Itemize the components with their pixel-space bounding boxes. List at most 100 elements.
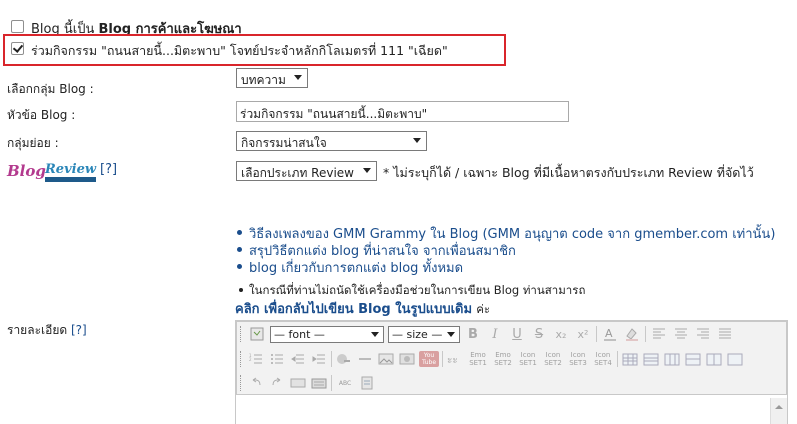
icon-set-1-button[interactable]: Icon SET1 — [517, 351, 539, 367]
spellcheck-icon[interactable]: ABC — [335, 374, 355, 392]
emoticon-set-2-bottom: SET2 — [494, 359, 512, 367]
back-to-classic-link[interactable]: คลิก เพื่อกลับไปเขียน Blog ในรูปแบบเดิม — [235, 302, 472, 317]
blog-title-input[interactable]: ร่วมกิจกรรม "ถนนสายนี้...มิตะพาบ" — [236, 101, 569, 122]
chevron-down-icon — [413, 138, 421, 143]
link-icon[interactable] — [335, 350, 353, 368]
icon-set-4-button[interactable]: Icon SET4 — [592, 351, 614, 367]
align-right-icon[interactable] — [694, 325, 712, 343]
editor-scrollbar[interactable] — [770, 398, 787, 424]
review-note: * ไม่ระบุก็ได้ / เฉพาะ Blog ที่มีเนื้อหา… — [383, 165, 754, 180]
subscript-button[interactable]: x₂ — [552, 325, 570, 343]
horizontal-rule-icon[interactable] — [289, 374, 307, 392]
scroll-up-icon[interactable] — [771, 400, 787, 414]
table-delete-col-icon[interactable] — [705, 350, 723, 368]
table-delete-row-icon[interactable] — [684, 350, 702, 368]
toolbar-separator — [442, 351, 443, 367]
indent-icon[interactable] — [310, 350, 328, 368]
spellcheck-label: ABC — [338, 379, 352, 387]
detail-label-text: รายละเอียด — [7, 323, 68, 337]
toolbar-separator — [331, 351, 332, 367]
special-char-icon[interactable]: ะะ — [446, 350, 464, 368]
table-insert-col-icon[interactable] — [663, 350, 681, 368]
table-insert-row-icon[interactable] — [642, 350, 660, 368]
link-decorate-all[interactable]: blog เกี่ยวกับการตกแต่ง blog ทั้งหมด — [249, 257, 463, 278]
detail-help-link[interactable]: [?] — [71, 323, 87, 337]
svg-text:ะะ: ะะ — [447, 355, 458, 366]
review-help-link[interactable]: [?] — [100, 162, 117, 177]
blog-review-logo: Blog Review — [7, 160, 97, 184]
bullet-icon — [239, 288, 243, 292]
notice-suffix: ค่ะ — [476, 302, 491, 316]
flash-icon[interactable] — [398, 350, 416, 368]
unlink-icon[interactable] — [356, 350, 374, 368]
icon-set-4-top: Icon — [595, 351, 611, 359]
subgroup-value: กิจกรรมน่าสนใจ — [241, 136, 327, 150]
subgroup-select[interactable]: กิจกรรมน่าสนใจ — [236, 131, 427, 151]
icon-set-3-button[interactable]: Icon SET3 — [567, 351, 589, 367]
icon-set-4-bottom: SET4 — [594, 359, 612, 367]
toolbar-separator — [617, 351, 618, 367]
font-select[interactable]: — font — — [270, 325, 384, 343]
italic-button[interactable]: I — [486, 325, 504, 343]
blog-group-select[interactable]: บทความ — [236, 68, 308, 88]
icon-set-1-bottom: SET1 — [519, 359, 537, 367]
emoticon-set-1-top: Emo — [470, 351, 486, 359]
review-type-value: เลือกประเภท Review — [241, 166, 354, 180]
bullet-list-icon[interactable] — [268, 350, 286, 368]
bullet-icon — [237, 264, 242, 269]
superscript-button[interactable]: x² — [574, 325, 592, 343]
undo-icon[interactable] — [247, 374, 265, 392]
keyboard-icon[interactable] — [310, 374, 328, 392]
bullet-icon — [237, 247, 242, 252]
subgroup-label: กลุ่มย่อย : — [7, 136, 59, 150]
chevron-down-icon — [447, 331, 455, 337]
youtube-icon[interactable]: You Tube — [419, 350, 439, 368]
review-type-select[interactable]: เลือกประเภท Review — [236, 161, 377, 181]
icon-set-1-top: Icon — [520, 351, 536, 359]
strikethrough-button[interactable]: S — [530, 325, 548, 343]
toolbar-row-1: — font — — size — B I U S x₂ x² A — [240, 323, 785, 345]
image-icon[interactable] — [377, 350, 395, 368]
blog-review-logo-text-2: Review — [45, 163, 97, 182]
align-center-icon[interactable] — [672, 325, 690, 343]
svg-text:A: A — [605, 327, 613, 340]
table-icon[interactable] — [621, 350, 639, 368]
chevron-down-icon — [371, 331, 379, 337]
paste-word-icon[interactable] — [358, 374, 376, 392]
blog-group-label: เลือกกลุ่ม Blog : — [7, 82, 94, 96]
size-select-value: — size — — [392, 327, 443, 341]
editor-content-area[interactable] — [236, 396, 787, 424]
font-select-value: — font — — [274, 327, 325, 341]
icon-set-2-button[interactable]: Icon SET2 — [542, 351, 564, 367]
align-left-icon[interactable] — [650, 325, 668, 343]
table-merge-icon[interactable] — [726, 350, 744, 368]
underline-button[interactable]: U — [508, 325, 526, 343]
bullet-icon — [237, 230, 242, 235]
join-activity-checkbox[interactable] — [11, 42, 24, 55]
highlight-color-icon[interactable] — [623, 325, 641, 343]
commercial-blog-checkbox[interactable] — [11, 20, 24, 33]
icon-set-3-bottom: SET3 — [569, 359, 587, 367]
toolbar-row-3: ABC — [240, 372, 540, 394]
blog-review-logo-text-1: Blog — [7, 162, 46, 180]
text-color-icon[interactable]: A — [601, 325, 619, 343]
toolbar-grip — [240, 351, 244, 367]
bold-button[interactable]: B — [464, 325, 482, 343]
numbered-list-icon[interactable]: 12 — [247, 350, 265, 368]
blog-group-value: บทความ — [241, 73, 286, 87]
emoticon-set-1-button[interactable]: Emo SET1 — [467, 351, 489, 367]
align-justify-icon[interactable] — [716, 325, 734, 343]
youtube-label: You Tube — [419, 351, 439, 367]
emoticon-set-2-button[interactable]: Emo SET2 — [492, 351, 514, 367]
source-icon[interactable] — [248, 325, 266, 343]
blog-title-label: หัวข้อ Blog : — [7, 108, 76, 122]
toolbar-separator — [331, 375, 332, 391]
emoticon-set-2-top: Emo — [495, 351, 511, 359]
notice-line: คลิก เพื่อกลับไปเขียน Blog ในรูปแบบเดิม … — [235, 298, 490, 319]
icon-set-2-top: Icon — [545, 351, 561, 359]
toolbar-grip — [240, 326, 244, 342]
outdent-icon[interactable] — [289, 350, 307, 368]
size-select[interactable]: — size — — [388, 325, 460, 343]
redo-icon[interactable] — [268, 374, 286, 392]
detail-label: รายละเอียด [?] — [7, 321, 87, 340]
